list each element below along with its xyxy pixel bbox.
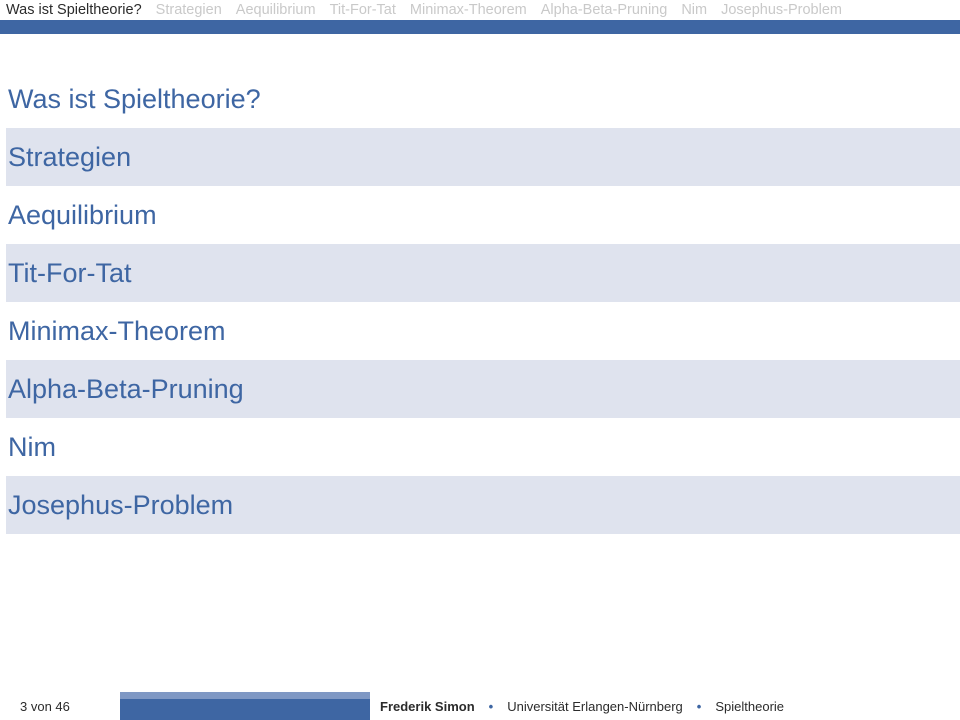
table-of-contents: Was ist Spieltheorie? Strategien Aequili…	[6, 70, 960, 534]
nav-item-7[interactable]: Josephus-Problem	[721, 2, 842, 18]
toc-item[interactable]: Was ist Spieltheorie?	[6, 70, 960, 128]
toc-item-label: Tit-For-Tat	[8, 258, 132, 289]
toc-item[interactable]: Alpha-Beta-Pruning	[6, 360, 960, 418]
slide: Was ist Spieltheorie? Strategien Aequili…	[0, 0, 960, 720]
toc-item-label: Aequilibrium	[8, 200, 157, 231]
toc-item[interactable]: Strategien	[6, 128, 960, 186]
toc-item[interactable]: Nim	[6, 418, 960, 476]
bullet-icon: •	[689, 699, 710, 714]
footer-accent-bar	[120, 692, 370, 720]
page-counter-text: 3 von 46	[20, 699, 70, 714]
footer-title: Spieltheorie	[715, 699, 784, 714]
toc-item[interactable]: Aequilibrium	[6, 186, 960, 244]
toc-item-label: Strategien	[8, 142, 131, 173]
nav-item-1[interactable]: Strategien	[156, 2, 222, 18]
nav-item-3[interactable]: Tit-For-Tat	[330, 2, 396, 18]
toc-item-label: Alpha-Beta-Pruning	[8, 374, 244, 405]
header-accent-bar	[0, 20, 960, 34]
slide-body: Was ist Spieltheorie? Strategien Aequili…	[0, 34, 960, 692]
page-counter: 3 von 46	[0, 692, 120, 720]
toc-item[interactable]: Tit-For-Tat	[6, 244, 960, 302]
toc-item-label: Nim	[8, 432, 56, 463]
toc-item[interactable]: Josephus-Problem	[6, 476, 960, 534]
toc-item-label: Josephus-Problem	[8, 490, 233, 521]
toc-item-label: Minimax-Theorem	[8, 316, 226, 347]
toc-item-label: Was ist Spieltheorie?	[8, 84, 261, 115]
nav-item-2[interactable]: Aequilibrium	[236, 2, 316, 18]
nav-item-0[interactable]: Was ist Spieltheorie?	[6, 2, 142, 18]
nav-item-6[interactable]: Nim	[681, 2, 707, 18]
toc-item[interactable]: Minimax-Theorem	[6, 302, 960, 360]
footer-attribution: Frederik Simon • Universität Erlangen-Nü…	[370, 692, 960, 720]
bullet-icon: •	[481, 699, 502, 714]
footer-institution: Universität Erlangen-Nürnberg	[507, 699, 683, 714]
slide-footer: 3 von 46 Frederik Simon • Universität Er…	[0, 692, 960, 720]
footer-author: Frederik Simon	[380, 699, 475, 714]
nav-item-4[interactable]: Minimax-Theorem	[410, 2, 527, 18]
section-nav: Was ist Spieltheorie? Strategien Aequili…	[0, 0, 960, 20]
nav-item-5[interactable]: Alpha-Beta-Pruning	[541, 2, 668, 18]
